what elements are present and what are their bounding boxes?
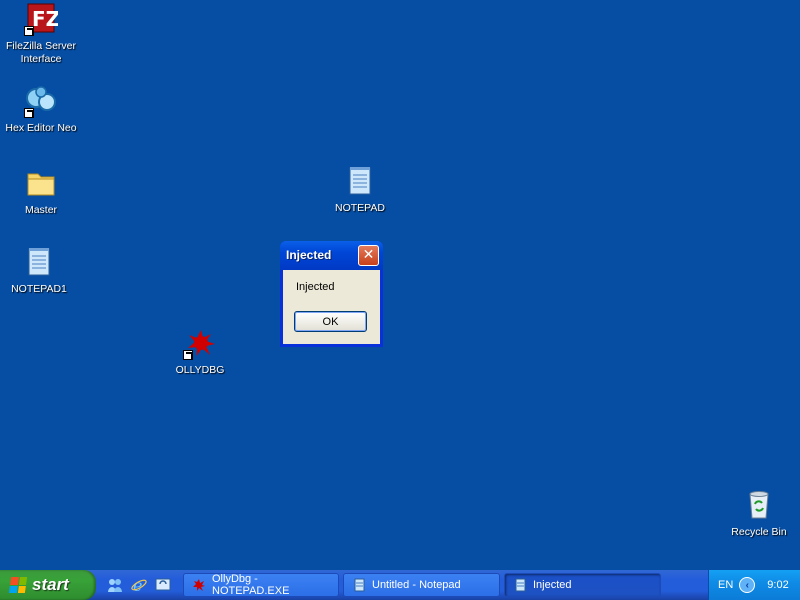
desktop-icon-filezilla[interactable]: FZ FileZilla Server Interface [0, 2, 82, 66]
system-tray: EN ‹ 9:02 [708, 570, 800, 600]
desktop-icon-hex-editor-neo[interactable]: Hex Editor Neo [0, 84, 82, 135]
svg-text:FZ: FZ [32, 7, 58, 31]
desktop-icon-label: FileZilla Server Interface [5, 40, 76, 65]
desktop-icon-label: NOTEPAD [335, 202, 385, 214]
folder-icon [24, 166, 58, 200]
taskbar-button-label: Untitled - Notepad [372, 579, 461, 591]
desktop-icon-ollydbg[interactable]: OLLYDBG [159, 326, 241, 377]
hex-editor-icon [24, 84, 58, 118]
start-label: start [32, 575, 69, 594]
internet-explorer-icon[interactable]: e [130, 576, 148, 595]
desktop-icon-notepad1[interactable]: NOTEPAD1 [0, 245, 80, 296]
filezilla-icon: FZ [24, 2, 60, 36]
taskbar-button-label: Injected [533, 579, 572, 591]
recycle-bin-icon [742, 488, 776, 522]
dialog-title: Injected [286, 248, 332, 262]
desktop-icon-notepad[interactable]: NOTEPAD [319, 164, 401, 215]
clock[interactable]: 9:02 [767, 579, 788, 591]
desktop: FZ FileZilla Server Interface Hex Editor… [0, 0, 800, 570]
notepad-icon [22, 245, 56, 279]
taskbar-button-injected[interactable]: Injected [504, 573, 661, 597]
chevron-left-icon[interactable]: ‹ [739, 577, 756, 593]
msn-messenger-icon[interactable] [106, 576, 124, 594]
desktop-icon-label: OLLYDBG [175, 364, 225, 376]
desktop-icon-recycle-bin[interactable]: Recycle Bin [718, 488, 800, 539]
dialog-titlebar[interactable]: Injected ✕ [280, 241, 383, 270]
desktop-icon-label: NOTEPAD1 [11, 283, 67, 295]
taskbar-button-untitled-notepad[interactable]: Untitled - Notepad [343, 573, 500, 597]
taskbar: start e OllyDbg - NOTEPAD.EXE Untitled -… [0, 570, 800, 600]
desktop-icon-master[interactable]: Master [0, 166, 82, 217]
desktop-icon-label: Master [24, 204, 58, 216]
language-indicator[interactable]: EN [718, 579, 733, 591]
ok-button[interactable]: OK [294, 311, 367, 332]
desktop-icon-label: Hex Editor Neo [5, 122, 77, 134]
ollydbg-icon [183, 326, 217, 360]
ollydbg-icon [192, 578, 206, 592]
desktop-icon-label: Recycle Bin [731, 526, 787, 538]
notepad-icon [513, 578, 527, 592]
quick-launch-bar: e [106, 576, 172, 595]
windows-logo-icon [8, 577, 28, 593]
close-button[interactable]: ✕ [358, 245, 379, 266]
notepad-icon [343, 164, 377, 198]
dialog-message: Injected [296, 281, 335, 293]
show-desktop-icon[interactable] [154, 576, 172, 594]
taskbar-button-ollydbg[interactable]: OllyDbg - NOTEPAD.EXE [183, 573, 339, 597]
start-button[interactable]: start [0, 570, 96, 600]
message-box-dialog: Injected ✕ Injected OK [280, 241, 383, 347]
notepad-icon [352, 578, 366, 592]
taskbar-button-label: OllyDbg - NOTEPAD.EXE [212, 573, 290, 597]
